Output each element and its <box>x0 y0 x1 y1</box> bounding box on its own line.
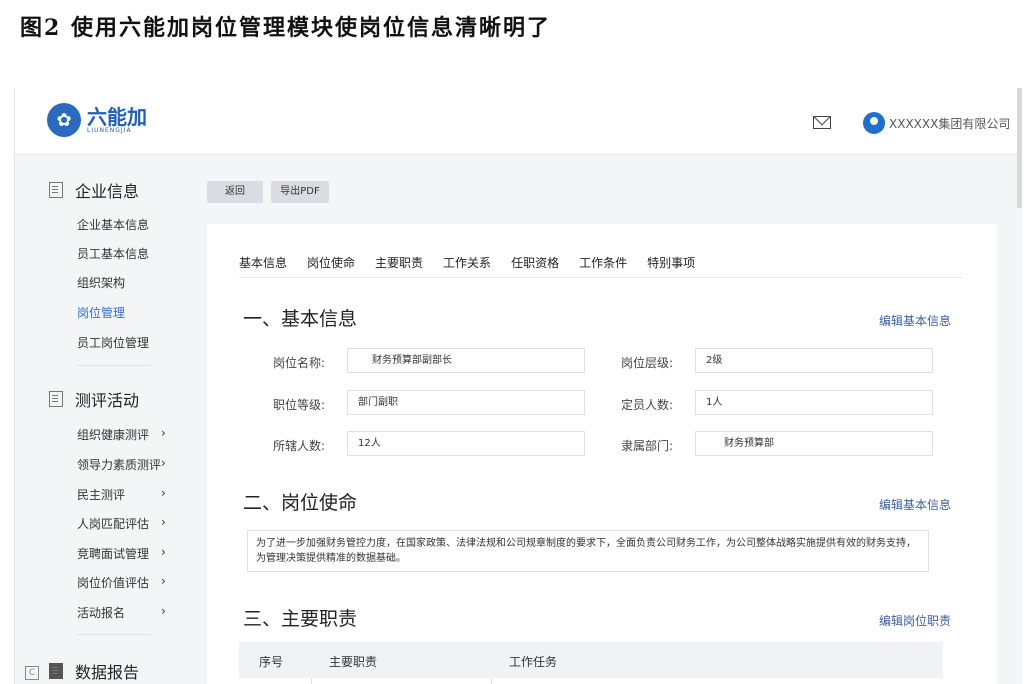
app-window: ✿ 六能加 LIUNENGJIA XXXXXX集团有限公司 企业信息 企业基本信… <box>14 88 1022 684</box>
tab-mission[interactable]: 岗位使命 <box>307 254 355 271</box>
section-title: 测评活动 <box>75 391 140 410</box>
tab-qualifications[interactable]: 任职资格 <box>511 254 559 271</box>
tab-basic-info[interactable]: 基本信息 <box>239 254 287 271</box>
clipboard-icon <box>49 391 63 407</box>
building-icon <box>49 182 63 198</box>
section-title: 企业信息 <box>75 182 140 201</box>
job-grade-field[interactable]: 部门副职 <box>347 390 585 415</box>
column-divider <box>311 678 312 684</box>
sidebar-section-reports[interactable]: 数据报告 <box>49 659 139 683</box>
sidebar-item-company-info[interactable]: 企业基本信息 <box>77 216 177 233</box>
section-tabs: 基本信息 岗位使命 主要职责 工作关系 任职资格 工作条件 特别事项 <box>239 254 715 271</box>
field-label: 所辖人数: <box>272 439 325 453</box>
chevron-right-icon[interactable]: › <box>161 574 166 588</box>
tab-relations[interactable]: 工作关系 <box>443 254 491 271</box>
field-label: 职位等级: <box>272 398 325 412</box>
sidebar-item-position-management[interactable]: 岗位管理 <box>77 304 177 321</box>
section-title: 数据报告 <box>75 663 140 682</box>
export-pdf-button[interactable]: 导出PDF <box>271 181 329 203</box>
figure-caption: 图2 使用六能加岗位管理模块使岗位信息清晰明了 <box>20 15 551 41</box>
position-name-field[interactable]: 财务预算部副部长 <box>347 348 585 373</box>
chevron-right-icon[interactable]: › <box>161 486 166 500</box>
tab-divider <box>239 277 963 278</box>
chevron-right-icon[interactable]: › <box>161 604 166 618</box>
section-title-basic: 一、基本信息 <box>243 308 358 330</box>
sidebar-item-employee-info[interactable]: 员工基本信息 <box>77 245 177 262</box>
logo-subtitle: LIUNENGJIA <box>87 126 132 134</box>
department-field[interactable]: 财务预算部 <box>695 431 933 456</box>
sidebar-section-company[interactable]: 企业信息 <box>49 178 139 202</box>
user-menu[interactable]: XXXXXX集团有限公司 <box>863 112 1010 134</box>
scrollbar[interactable] <box>1017 88 1022 208</box>
top-header: ✿ 六能加 LIUNENGJIA XXXXXX集团有限公司 <box>15 88 1022 208</box>
back-button[interactable]: 返回 <box>207 181 263 203</box>
column-header-duty: 主要职责 <box>329 655 378 669</box>
chevron-right-icon[interactable]: › <box>161 515 166 529</box>
column-header-index: 序号 <box>259 655 284 669</box>
edit-duties-link[interactable]: 编辑岗位职责 <box>879 612 951 629</box>
edit-basic-info-link[interactable]: 编辑基本信息 <box>879 312 951 329</box>
subordinates-field[interactable]: 12人 <box>347 431 585 456</box>
sidebar-section-assessment[interactable]: 测评活动 <box>49 387 139 411</box>
section-title-mission: 二、岗位使命 <box>243 492 358 514</box>
tab-conditions[interactable]: 工作条件 <box>579 254 627 271</box>
sidebar-item-org-structure[interactable]: 组织架构 <box>77 274 177 291</box>
position-level-field[interactable]: 2级 <box>695 348 933 373</box>
report-icon <box>49 663 63 679</box>
field-label: 定员人数: <box>620 398 673 412</box>
chevron-right-icon[interactable]: › <box>161 545 166 559</box>
sidebar-item-employee-position[interactable]: 员工岗位管理 <box>77 334 177 351</box>
chevron-right-icon[interactable]: › <box>161 456 166 470</box>
chevron-right-icon[interactable]: › <box>161 426 166 440</box>
company-name: XXXXXX集团有限公司 <box>889 116 1011 131</box>
c-badge-icon: C <box>25 666 39 680</box>
mission-textarea[interactable]: 为了进一步加强财务管控力度，在国家政策、法律法规和公司规章制度的要求下，全面负责… <box>247 530 929 572</box>
avatar-icon <box>863 112 885 134</box>
field-label: 岗位名称: <box>272 356 325 370</box>
column-header-task: 工作任务 <box>509 655 558 669</box>
field-label: 岗位层级: <box>620 356 673 370</box>
position-detail-card: 基本信息 岗位使命 主要职责 工作关系 任职资格 工作条件 特别事项 一、基本信… <box>207 224 997 684</box>
mail-icon[interactable] <box>813 116 831 129</box>
tab-special[interactable]: 特别事项 <box>647 254 695 271</box>
field-label: 隶属部门: <box>620 439 673 453</box>
duties-table-header: 序号 主要职责 工作任务 <box>239 642 943 684</box>
logo[interactable]: ✿ 六能加 LIUNENGJIA <box>47 103 147 137</box>
sidebar: 企业信息 企业基本信息 员工基本信息 组织架构 岗位管理 员工岗位管理 测评活动… <box>15 156 187 684</box>
edit-mission-link[interactable]: 编辑基本信息 <box>879 496 951 513</box>
column-divider <box>491 678 492 684</box>
tab-duties[interactable]: 主要职责 <box>375 254 423 271</box>
logo-icon: ✿ <box>47 103 81 137</box>
divider <box>77 365 151 366</box>
headcount-field[interactable]: 1人 <box>695 390 933 415</box>
logo-name: 六能加 <box>87 104 147 129</box>
divider <box>77 634 151 635</box>
section-title-duties: 三、主要职责 <box>243 608 358 630</box>
